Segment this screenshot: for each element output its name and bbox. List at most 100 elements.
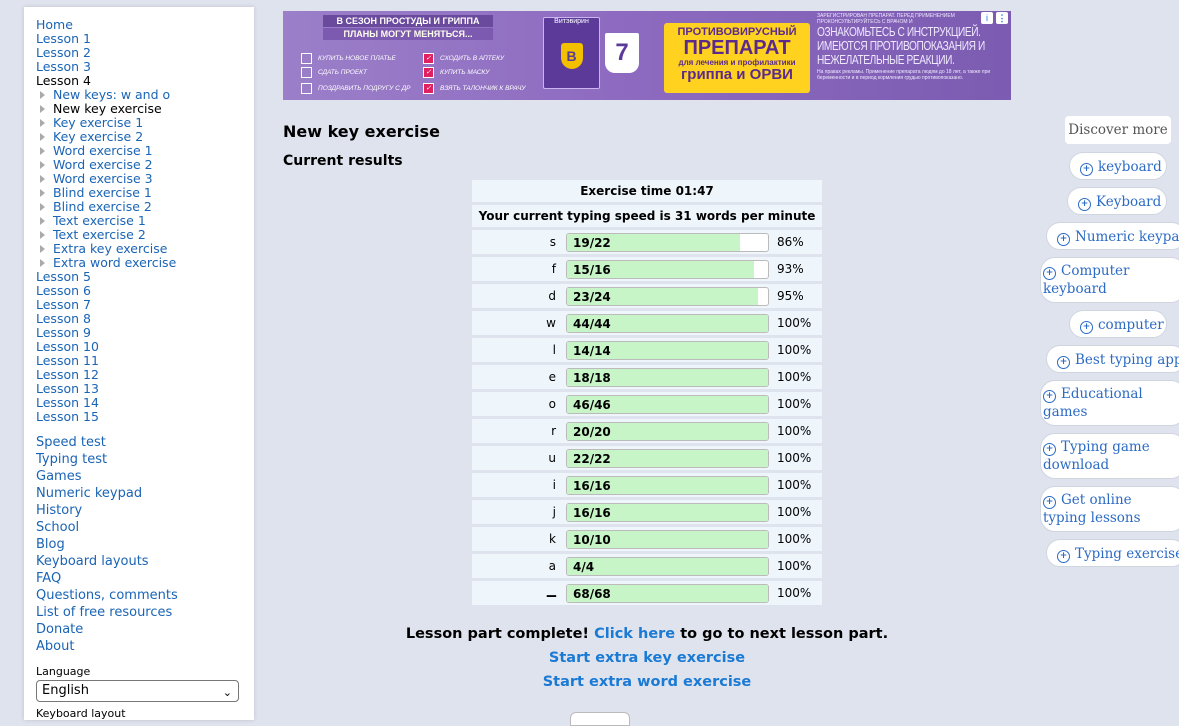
discover-item-typing-game-download[interactable]: + Typing game download — [1040, 433, 1179, 479]
key-count: 15/16 — [573, 263, 611, 277]
sidebar-link-school[interactable]: School — [36, 519, 178, 536]
sidebar-item-home[interactable]: Home — [36, 18, 176, 32]
lesson-part-item[interactable]: Blind exercise 2 — [40, 200, 176, 214]
ad-banner[interactable]: В СЕЗОН ПРОСТУДЫ И ГРИППА ПЛАНЫ МОГУТ МЕ… — [283, 11, 1011, 100]
discover-item-label: Numeric keypad — [1075, 229, 1179, 245]
sidebar-link-donate[interactable]: Donate — [36, 621, 178, 638]
sidebar-link-typing-test[interactable]: Typing test — [36, 451, 178, 468]
sidebar-item-lesson-13[interactable]: Lesson 13 — [36, 382, 176, 396]
sidebar-item-lesson-8[interactable]: Lesson 8 — [36, 312, 176, 326]
key-percent: 100% — [777, 505, 812, 519]
sidebar-link-questions-comments[interactable]: Questions, comments — [36, 587, 178, 604]
discover-item-educational-games[interactable]: + Educational games — [1040, 380, 1179, 426]
lesson-part-item[interactable]: Key exercise 2 — [40, 130, 176, 144]
sidebar-link-keyboard-layouts[interactable]: Keyboard layouts — [36, 553, 178, 570]
key-count: 10/10 — [573, 533, 611, 547]
lesson-part-key-exercise-2[interactable]: Key exercise 2 — [53, 130, 143, 144]
sidebar-item-lesson-12[interactable]: Lesson 12 — [36, 368, 176, 382]
lesson-part-item[interactable]: Text exercise 1 — [40, 214, 176, 228]
discover-item-best-typing-apps[interactable]: + Best typing apps — [1046, 345, 1179, 373]
next-button[interactable] — [570, 712, 630, 726]
sidebar-nav: Home Lesson 1 Lesson 2 Lesson 3 Lesson 4… — [36, 18, 176, 424]
discover-item-numeric-keypad[interactable]: + Numeric keypad — [1046, 222, 1179, 250]
lesson-part-text-exercise-1[interactable]: Text exercise 1 — [53, 214, 146, 228]
checkbox-checked-icon: ✓ — [423, 53, 434, 64]
chevron-down-icon: ⌄ — [222, 686, 232, 699]
lesson-part-extra-key-exercise[interactable]: Extra key exercise — [53, 242, 167, 256]
key-percent: 100% — [777, 559, 812, 573]
lesson-complete-message: Lesson part complete! Click here to go t… — [405, 626, 889, 642]
sidebar-item-lesson-11[interactable]: Lesson 11 — [36, 354, 176, 368]
ad-info-icon[interactable]: i — [981, 12, 993, 24]
discover-item-keyboard[interactable]: + keyboard — [1069, 152, 1167, 180]
lesson-part-item[interactable]: Extra word exercise — [40, 256, 176, 270]
lesson-part-word-exercise-3[interactable]: Word exercise 3 — [53, 172, 153, 186]
sidebar-link-list-of-free-resources[interactable]: List of free resources — [36, 604, 178, 621]
accuracy-bar: 15/16 — [566, 260, 769, 279]
lesson-part-item[interactable]: Key exercise 1 — [40, 116, 176, 130]
discover-item-get-online-typing-lessons[interactable]: + Get online typing lessons — [1040, 486, 1179, 532]
lesson-part-blind-exercise-1[interactable]: Blind exercise 1 — [53, 186, 152, 200]
key-count: 23/24 — [573, 290, 611, 304]
sidebar-item-lesson-6[interactable]: Lesson 6 — [36, 284, 176, 298]
sidebar-item-lesson-5[interactable]: Lesson 5 — [36, 270, 176, 284]
key-result-row: r 20/20 100% — [472, 419, 822, 443]
sidebar-link-history[interactable]: History — [36, 502, 178, 519]
lesson-part-item[interactable]: Blind exercise 1 — [40, 186, 176, 200]
sidebar-item-lesson-1[interactable]: Lesson 1 — [36, 32, 176, 46]
lesson-part-item[interactable]: Word exercise 3 — [40, 172, 176, 186]
checkbox-empty-icon — [301, 67, 312, 78]
ad-menu-icon[interactable]: ⋮ — [996, 12, 1008, 24]
lesson-part-word-exercise-1[interactable]: Word exercise 1 — [53, 144, 153, 158]
sidebar-link-blog[interactable]: Blog — [36, 536, 178, 553]
lesson-part-text-exercise-2[interactable]: Text exercise 2 — [53, 228, 146, 242]
lesson-part-key-exercise-1[interactable]: Key exercise 1 — [53, 116, 143, 130]
lesson-part-new-key-exercise: New key exercise — [53, 101, 162, 116]
sidebar-link-about[interactable]: About — [36, 638, 178, 655]
discover-item-label: Typing exercises — [1075, 546, 1179, 562]
sidebar-item-lesson-7[interactable]: Lesson 7 — [36, 298, 176, 312]
sidebar-item-lesson-14[interactable]: Lesson 14 — [36, 396, 176, 410]
lesson-part-item[interactable]: New keys: w and o — [40, 88, 176, 102]
lesson-part-blind-exercise-2[interactable]: Blind exercise 2 — [53, 200, 152, 214]
key-percent: 100% — [777, 532, 812, 546]
triangle-right-icon — [40, 105, 45, 113]
sidebar-link-numeric-keypad[interactable]: Numeric keypad — [36, 485, 178, 502]
sidebar-item-lesson-2[interactable]: Lesson 2 — [36, 46, 176, 60]
key-count: 44/44 — [573, 317, 611, 331]
sidebar-item-lesson-15[interactable]: Lesson 15 — [36, 410, 176, 424]
sidebar-item-lesson-9[interactable]: Lesson 9 — [36, 326, 176, 340]
key-percent: 100% — [777, 478, 812, 492]
sidebar-link-faq[interactable]: FAQ — [36, 570, 178, 587]
discover-item-label: Get online typing lessons — [1043, 492, 1141, 526]
sidebar-item-lesson-3[interactable]: Lesson 3 — [36, 60, 176, 74]
key-percent: 100% — [777, 397, 812, 411]
discover-item-typing-exercises[interactable]: + Typing exercises — [1046, 539, 1179, 567]
sidebar-link-speed-test[interactable]: Speed test — [36, 434, 178, 451]
discover-item-computer[interactable]: + computer — [1069, 310, 1167, 338]
lesson-part-item[interactable]: Extra key exercise — [40, 242, 176, 256]
key-label: a — [548, 559, 556, 573]
language-select[interactable]: English ⌄ — [36, 680, 239, 702]
lesson-part-item[interactable]: Word exercise 1 — [40, 144, 176, 158]
start-extra-key-exercise-link[interactable]: Start extra key exercise — [283, 650, 1011, 666]
sidebar-item-lesson-10[interactable]: Lesson 10 — [36, 340, 176, 354]
lesson-part-item[interactable]: Text exercise 2 — [40, 228, 176, 242]
accuracy-bar: 19/22 — [566, 233, 769, 252]
lesson-part-word-exercise-2[interactable]: Word exercise 2 — [53, 158, 153, 172]
discover-item-computer-keyboard[interactable]: + Computer keyboard — [1040, 257, 1179, 303]
key-label: i — [552, 478, 556, 492]
accuracy-bar: 18/18 — [566, 368, 769, 387]
lesson-part-new-keys-w-and-o[interactable]: New keys: w and o — [53, 88, 170, 102]
lesson-part-item[interactable]: Word exercise 2 — [40, 158, 176, 172]
triangle-right-icon — [40, 203, 45, 211]
next-lesson-link[interactable]: Click here — [594, 626, 675, 642]
key-count: 22/22 — [573, 452, 611, 466]
sidebar-more-lessons: Lesson 5 Lesson 6 Lesson 7 Lesson 8 Lesson 9… — [36, 270, 176, 424]
sidebar-link-games[interactable]: Games — [36, 468, 178, 485]
discover-item-keyboard[interactable]: + Keyboard — [1067, 187, 1167, 215]
ad-promo-box: ПРОТИВОВИРУСНЫЙ ПРЕПАРАТ для лечения и п… — [664, 23, 810, 93]
page-title: New key exercise — [283, 122, 440, 141]
start-extra-word-exercise-link[interactable]: Start extra word exercise — [283, 674, 1011, 690]
lesson-part-extra-word-exercise[interactable]: Extra word exercise — [53, 256, 176, 270]
